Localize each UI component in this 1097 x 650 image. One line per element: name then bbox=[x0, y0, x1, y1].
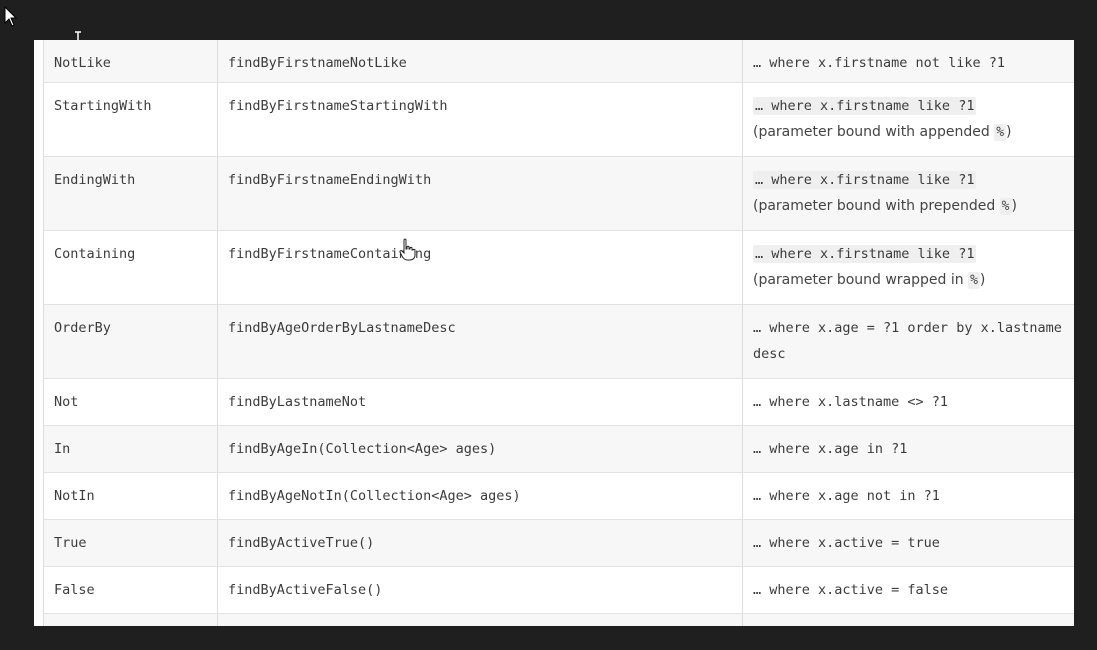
table-row: Not findByLastnameNot … where x.lastname <… bbox=[43, 378, 1074, 426]
sample-cell: findByAgeIn(Collection<Age> ages) bbox=[217, 425, 743, 473]
hand-pointer-icon bbox=[399, 238, 416, 261]
table-row: In findByAgeIn(Collection<Age> ages) … whe… bbox=[43, 425, 1074, 473]
jpql-snippet: … where x.age not in ?1 bbox=[753, 487, 940, 504]
note-text: (parameter bound wrapped in bbox=[753, 271, 969, 288]
jpql-cell: … where x.lastname <> ?1 bbox=[742, 378, 1074, 426]
jpql-snippet: … where x.active = false bbox=[753, 581, 949, 598]
keyword-cell: Containing bbox=[43, 230, 218, 305]
table-row-partial bbox=[43, 613, 1074, 626]
jpql-cell: … where x.active = true bbox=[742, 519, 1074, 567]
arrow-cursor-icon bbox=[4, 6, 18, 27]
jpql-snippet: … where x.age in ?1 bbox=[753, 440, 908, 457]
table-row: StartingWith findByFirstnameStartingWith…… bbox=[43, 82, 1074, 157]
sample-cell: findByLastnameNot bbox=[217, 378, 743, 426]
sample-cell: findByFirstnameNotLike bbox=[217, 40, 743, 83]
sample-cell: findByActiveFalse() bbox=[217, 566, 743, 614]
jpql-snippet: … where x.firstname like ?1 bbox=[753, 244, 977, 263]
table-row: OrderBy findByAgeOrderByLastnameDesc… whe… bbox=[43, 304, 1074, 379]
keyword-cell: StartingWith bbox=[43, 82, 218, 157]
empty-cell bbox=[43, 613, 218, 626]
jpql-cell: … where x.active = false bbox=[742, 566, 1074, 614]
table-row: NotLike findByFirstnameNotLike … where x.f… bbox=[43, 40, 1074, 83]
table-row: NotIn findByAgeNotIn(Collection<Age> ages… bbox=[43, 472, 1074, 520]
jpql-cell: … where x.firstname like ?1 (parameter bo… bbox=[742, 230, 1074, 305]
keyword-cell: True bbox=[43, 519, 218, 567]
sample-cell: findByAgeOrderByLastnameDesc bbox=[217, 304, 743, 379]
sample-cell: findByFirstnameStartingWith bbox=[217, 82, 743, 157]
wildcard-code: % bbox=[994, 123, 1007, 141]
keyword-cell: NotLike bbox=[43, 40, 218, 83]
jpql-snippet: … where x.firstname not like ?1 bbox=[753, 55, 1005, 71]
table-row: False findByActiveFalse() … where x.active… bbox=[43, 566, 1074, 614]
jpql-cell: … where x.age = ?1 order by x.lastname d… bbox=[742, 304, 1074, 379]
keyword-cell: EndingWith bbox=[43, 156, 218, 231]
note-text: (parameter bound with prepended bbox=[753, 197, 1000, 214]
jpql-cell: … where x.firstname like ?1 (parameter bo… bbox=[742, 82, 1074, 157]
empty-cell bbox=[742, 613, 1074, 626]
keyword-cell: False bbox=[43, 566, 218, 614]
keyword-table-panel: NotLike findByFirstnameNotLike… where x.f… bbox=[34, 40, 1074, 626]
jpql-snippet: … where x.firstname like ?1 bbox=[753, 170, 977, 189]
sample-cell: findByFirstnameContaining bbox=[217, 230, 743, 305]
jpql-cell: … where x.age in ?1 bbox=[742, 425, 1074, 473]
note-text: ) bbox=[1011, 197, 1017, 214]
wildcard-code: % bbox=[999, 197, 1012, 215]
parameter-note: (parameter bound with appended %) bbox=[753, 123, 1012, 141]
sample-cell: findByAgeNotIn(Collection<Age> ages) bbox=[217, 472, 743, 520]
parameter-note: (parameter bound wrapped in %) bbox=[753, 271, 986, 289]
note-text: ) bbox=[979, 271, 986, 288]
table-row: True findByActiveTrue() … where x.active =… bbox=[43, 519, 1074, 567]
parameter-note: (parameter bound with prepended %) bbox=[753, 197, 1017, 215]
keyword-cell: NotIn bbox=[43, 472, 218, 520]
sample-cell: findByActiveTrue() bbox=[217, 519, 743, 567]
jpql-snippet: … where x.lastname <> ?1 bbox=[753, 393, 949, 410]
empty-cell bbox=[217, 613, 743, 626]
table-row: Containing findByFirstnameContaining… whe… bbox=[43, 230, 1074, 305]
jpql-cell: … where x.age not in ?1 bbox=[742, 472, 1074, 520]
keyword-cell: Not bbox=[43, 378, 218, 426]
jpql-cell: … where x.firstname like ?1 (parameter bo… bbox=[742, 156, 1074, 231]
jpql-snippet: … where x.age = ?1 order by x.lastname d… bbox=[753, 319, 1062, 362]
note-text: ) bbox=[1006, 123, 1012, 140]
jpql-snippet: … where x.active = true bbox=[753, 534, 940, 551]
table-row: EndingWith findByFirstnameEndingWith… whe… bbox=[43, 156, 1074, 231]
keyword-cell: In bbox=[43, 425, 218, 473]
keyword-cell: OrderBy bbox=[43, 304, 218, 379]
wildcard-code: % bbox=[968, 271, 980, 289]
jpql-cell: … where x.firstname not like ?1 bbox=[742, 40, 1074, 83]
sample-cell: findByFirstnameEndingWith bbox=[217, 156, 743, 231]
note-text: (parameter bound with appended bbox=[753, 123, 995, 140]
query-keyword-table: NotLike findByFirstnameNotLike… where x.f… bbox=[43, 40, 1074, 626]
jpql-snippet: … where x.firstname like ?1 bbox=[753, 96, 977, 115]
